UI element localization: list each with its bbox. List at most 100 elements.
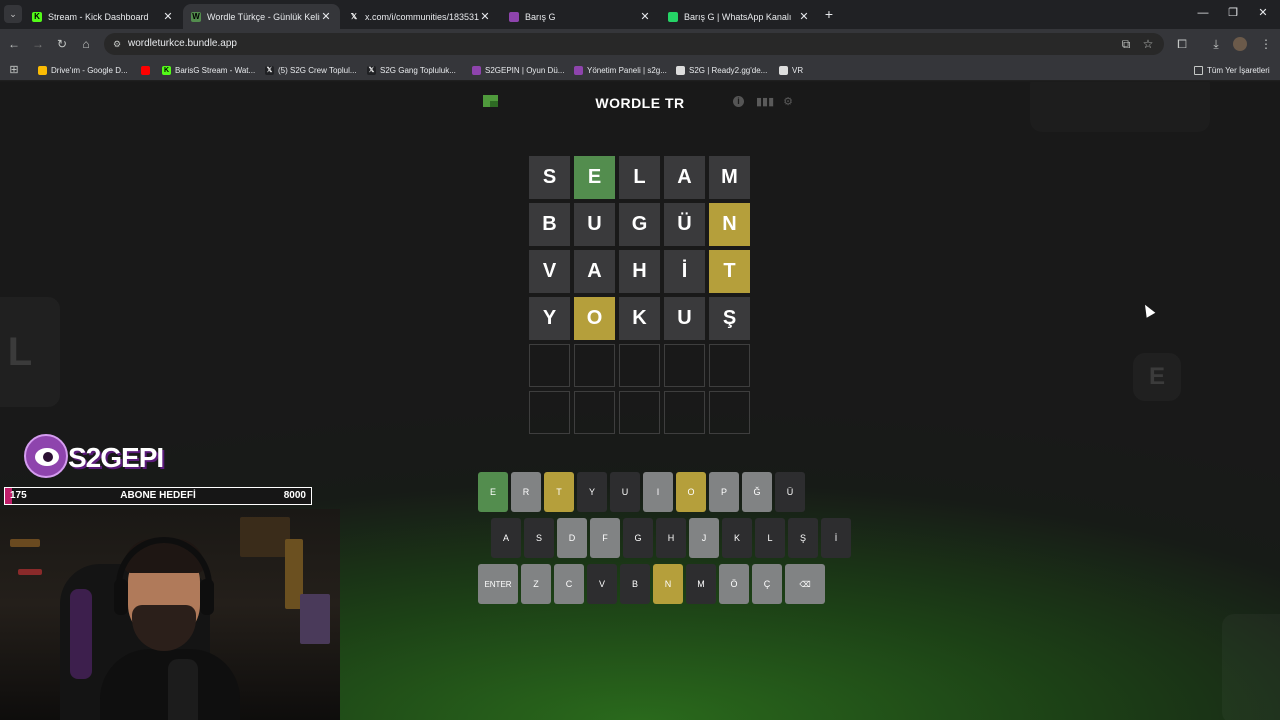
browser-tab[interactable]: W Wordle Türkçe - Günlük Kelime ✕ [183, 4, 340, 29]
bookmark-item[interactable]: Yönetim Paneli | s2g... [574, 63, 667, 77]
tab-search-button[interactable]: ⌄ [4, 5, 22, 23]
letter-key[interactable]: T [544, 472, 574, 512]
tab-close-icon[interactable]: ✕ [479, 10, 491, 23]
more-menu-icon[interactable]: ⋮ [1258, 36, 1274, 52]
microphone [168, 659, 198, 720]
letter-key[interactable]: B [620, 564, 650, 604]
tab-close-icon[interactable]: ✕ [320, 10, 332, 23]
bookmark-item[interactable]: 𝕏 S2G Gang Topluluk... [367, 63, 456, 77]
extensions-icon[interactable]: ⧠ [1174, 36, 1190, 52]
forward-icon[interactable]: → [30, 36, 46, 52]
game-title: WORDLE TR [595, 95, 685, 111]
letter-key[interactable]: F [590, 518, 620, 558]
bookmark-item[interactable]: K BarisG Stream - Wat... [162, 63, 255, 77]
home-icon[interactable]: ⌂ [78, 36, 94, 52]
bookmark-item[interactable]: VR [779, 63, 803, 77]
info-icon[interactable]: i [733, 96, 744, 107]
letter-key[interactable]: Ç [752, 564, 782, 604]
bookmark-star-icon[interactable]: ☆ [1140, 36, 1156, 52]
letter-tile: M [709, 156, 750, 199]
google-drive-icon [38, 65, 47, 75]
letter-key[interactable]: R [511, 472, 541, 512]
letter-tile: L [619, 156, 660, 199]
bookmark-item[interactable]: Drive'ım - Google D... [38, 63, 128, 77]
chair-accent [70, 589, 92, 679]
address-bar[interactable]: ⚙ wordleturkce.bundle.app ⧉ ☆ [104, 33, 1164, 55]
install-app-icon[interactable]: ⧉ [1118, 36, 1134, 52]
url-text: wordleturkce.bundle.app [128, 38, 237, 49]
tab-close-icon[interactable]: ✕ [162, 10, 174, 23]
tab-close-icon[interactable]: ✕ [639, 10, 651, 23]
letter-key[interactable]: Y [577, 472, 607, 512]
background-tile: L [0, 297, 60, 407]
profile-avatar[interactable] [1233, 37, 1247, 51]
letter-tile [619, 391, 660, 434]
letter-tile: A [664, 156, 705, 199]
letter-key[interactable]: K [722, 518, 752, 558]
letter-key[interactable]: V [587, 564, 617, 604]
back-icon[interactable]: ← [6, 36, 22, 52]
stats-icon[interactable]: ▮▮▮ [756, 95, 774, 109]
browser-tab[interactable]: Barış G | WhatsApp Kanalı ✕ [660, 4, 818, 29]
tab-close-icon[interactable]: ✕ [798, 10, 810, 23]
backspace-key[interactable]: ⌫ [785, 564, 825, 604]
letter-key[interactable]: H [656, 518, 686, 558]
letter-tile [574, 391, 615, 434]
letter-key[interactable]: M [686, 564, 716, 604]
bookmark-item[interactable]: 𝕏 (5) S2G Crew Toplul... [265, 63, 357, 77]
letter-key[interactable]: L [755, 518, 785, 558]
letter-key[interactable]: D [557, 518, 587, 558]
background-tile: E [1133, 353, 1181, 401]
letter-key[interactable]: E [478, 472, 508, 512]
letter-key[interactable]: Ğ [742, 472, 772, 512]
letter-key[interactable]: S [524, 518, 554, 558]
letter-tile: S [529, 156, 570, 199]
browser-tab[interactable]: 𝕏x.com/i/communities/18353198 ✕ [341, 4, 499, 29]
room-shelf [240, 517, 290, 557]
letter-key[interactable]: I [643, 472, 673, 512]
letter-key[interactable]: A [491, 518, 521, 558]
letter-key[interactable]: Z [521, 564, 551, 604]
letter-tile: O [574, 297, 615, 340]
browser-tab[interactable]: K Stream - Kick Dashboard ✕ [24, 4, 182, 29]
sub-goal-label: ABONE HEDEFİ [120, 490, 196, 501]
letter-key[interactable]: İ [821, 518, 851, 558]
headset-cup [200, 579, 214, 615]
site-info-icon[interactable]: ⚙ [110, 37, 124, 51]
all-bookmarks-folder[interactable]: Tüm Yer İşaretleri [1194, 63, 1270, 77]
settings-gear-icon[interactable]: ⚙ [781, 95, 795, 109]
bookmark-item[interactable]: S2G | Ready2.gg'de... [676, 63, 767, 77]
enter-key[interactable]: ENTER [478, 564, 518, 604]
letter-key[interactable]: P [709, 472, 739, 512]
bookmark-item[interactable] [141, 63, 154, 77]
letter-key[interactable]: Ş [788, 518, 818, 558]
download-icon[interactable]: ⤓ [1208, 36, 1224, 52]
letter-key[interactable]: N [653, 564, 683, 604]
tab-title: x.com/i/communities/18353198 [365, 11, 479, 22]
tab-title: Barış G [525, 11, 556, 22]
letter-key[interactable]: Ü [775, 472, 805, 512]
browser-tab[interactable]: Barış G ✕ [501, 4, 659, 29]
background-blur-shape [1030, 82, 1210, 132]
letter-key[interactable]: J [689, 518, 719, 558]
new-tab-button[interactable]: + [822, 6, 836, 22]
letter-tile: G [619, 203, 660, 246]
restore-icon[interactable]: ❐ [1226, 6, 1240, 20]
apps-grid-icon[interactable]: ⊞ [6, 62, 22, 78]
tab-title: Barış G | WhatsApp Kanalı [684, 11, 792, 22]
letter-key[interactable]: U [610, 472, 640, 512]
letter-tile: Ş [709, 297, 750, 340]
letter-key[interactable]: G [623, 518, 653, 558]
letter-key[interactable]: C [554, 564, 584, 604]
minimize-icon[interactable]: — [1196, 6, 1210, 20]
guess-row [529, 344, 751, 387]
letter-tile: K [619, 297, 660, 340]
window-close-icon[interactable]: ✕ [1256, 6, 1270, 20]
bookmark-item[interactable]: S2GEPIN | Oyun Dü... [472, 63, 564, 77]
reload-icon[interactable]: ↻ [54, 36, 70, 52]
letter-key[interactable]: O [676, 472, 706, 512]
tab-strip: ⌄ K Stream - Kick Dashboard ✕ W Wordle Türkç… [0, 0, 1280, 29]
letter-tile [529, 391, 570, 434]
letter-key[interactable]: Ö [719, 564, 749, 604]
kick-icon: K [162, 65, 171, 75]
